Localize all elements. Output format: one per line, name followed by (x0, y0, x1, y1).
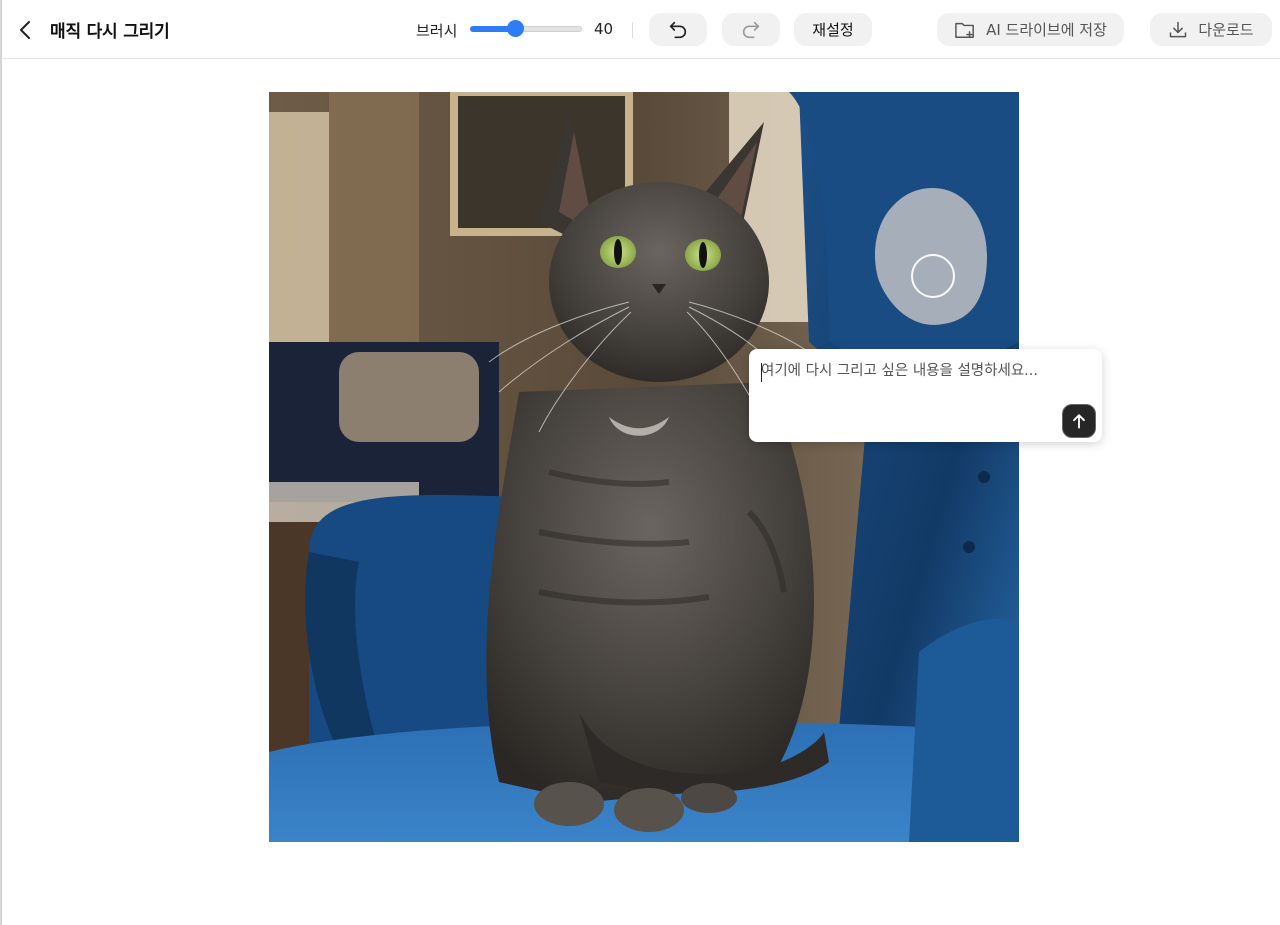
send-button[interactable] (1062, 404, 1096, 438)
brush-size-slider[interactable] (470, 20, 582, 37)
download-button[interactable]: 다운로드 (1150, 13, 1272, 46)
arrow-up-icon (1073, 414, 1085, 429)
download-label: 다운로드 (1198, 21, 1254, 39)
download-icon (1170, 21, 1187, 37)
text-caret (761, 363, 762, 382)
redraw-prompt-input[interactable] (761, 359, 1061, 389)
brush-size-value: 40 (594, 20, 614, 38)
reset-button[interactable]: 재설정 (794, 13, 872, 46)
brush-label: 브러시 (416, 22, 458, 40)
undo-icon (669, 21, 687, 38)
toolbar-divider (632, 22, 633, 38)
page-title: 매직 다시 그리기 (50, 22, 170, 42)
redo-icon (742, 21, 760, 38)
redo-button[interactable] (722, 13, 780, 46)
folder-add-icon (955, 22, 974, 38)
slider-thumb[interactable] (506, 20, 524, 37)
save-to-ai-drive-button[interactable]: AI 드라이브에 저장 (937, 13, 1124, 46)
top-toolbar: 매직 다시 그리기 브러시 40 재설정 AI 드라이브에 저장 다운로드 (2, 0, 1280, 59)
undo-button[interactable] (649, 13, 707, 46)
redraw-prompt-box (749, 349, 1102, 442)
chevron-left-icon (20, 21, 30, 39)
brush-cursor (911, 254, 955, 298)
back-button[interactable] (14, 18, 38, 42)
magic-redraw-app: 매직 다시 그리기 브러시 40 재설정 AI 드라이브에 저장 다운로드 여기… (0, 0, 1280, 925)
save-to-ai-drive-label: AI 드라이브에 저장 (986, 21, 1107, 39)
